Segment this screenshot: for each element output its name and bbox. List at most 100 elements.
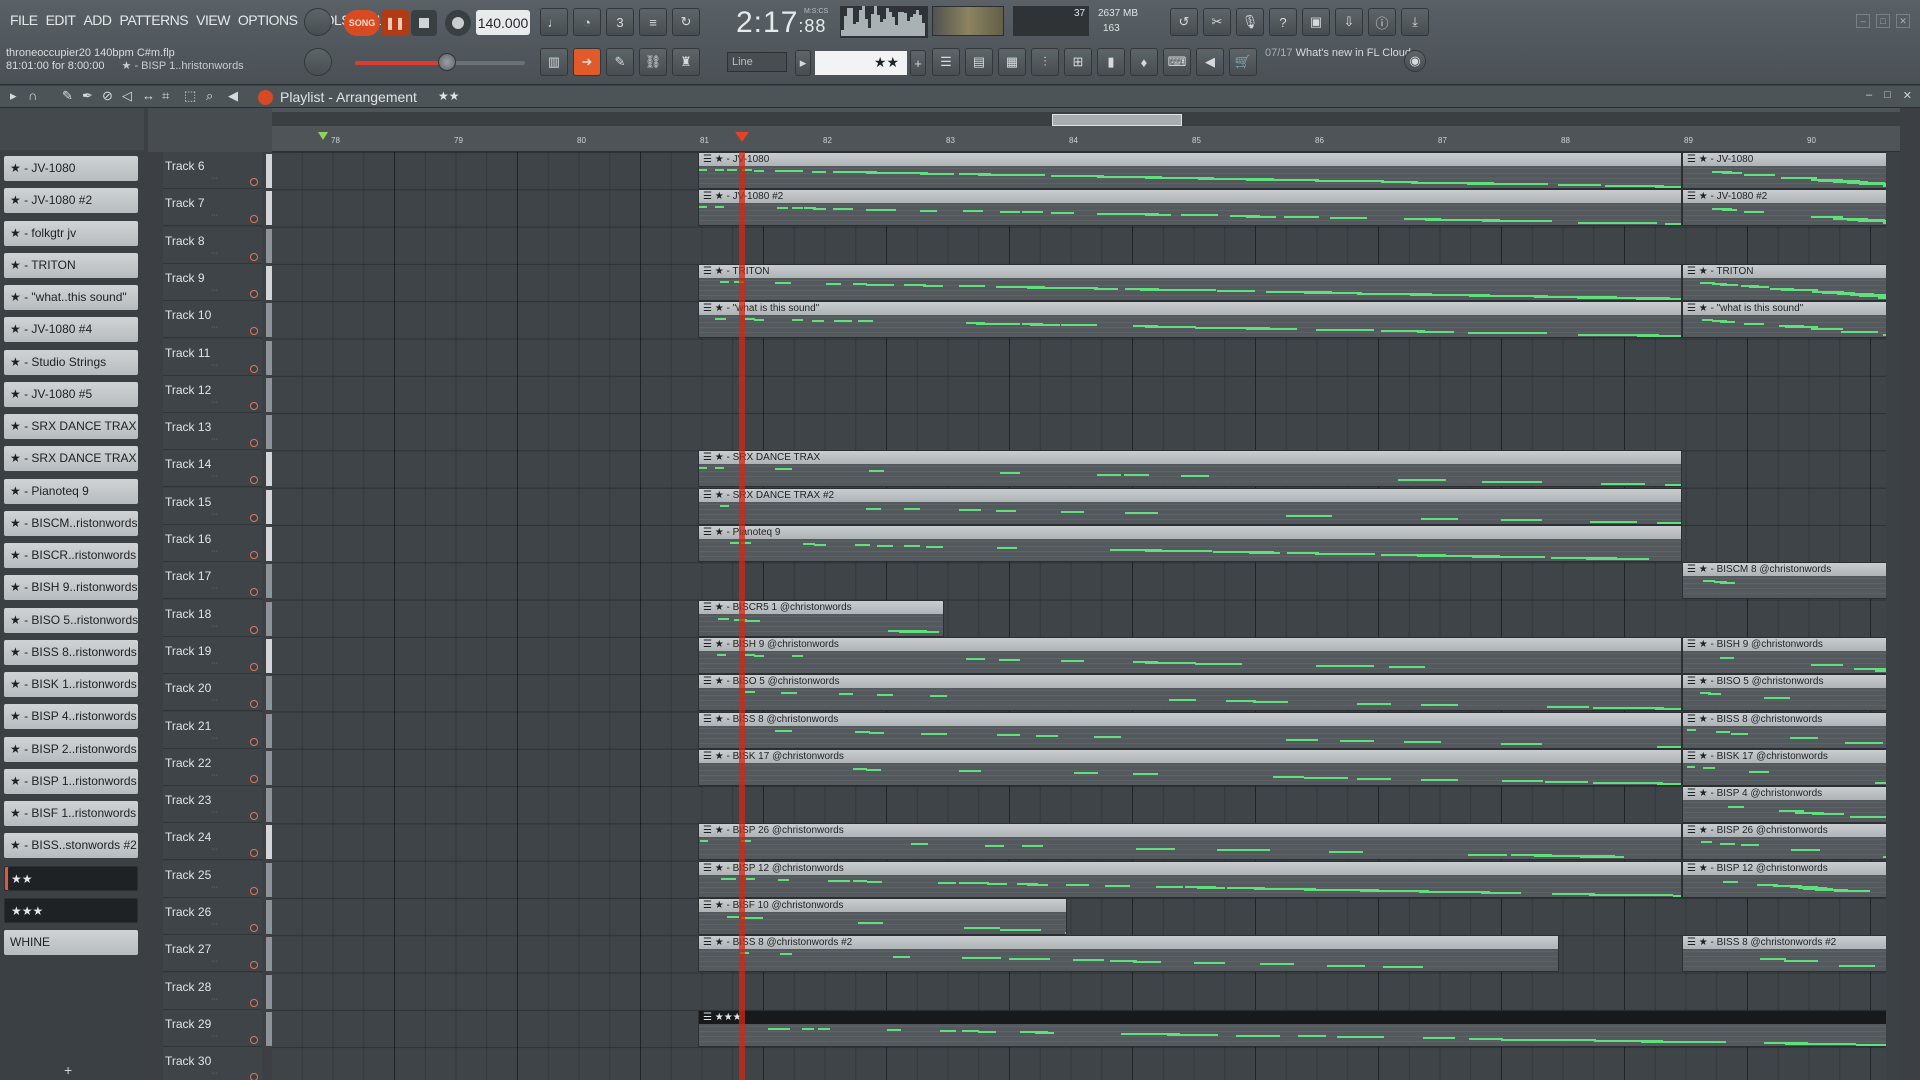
picker-item[interactable]: ★ - JV-1080 #4 <box>4 317 138 343</box>
track-mute-led[interactable] <box>250 700 258 709</box>
close-button[interactable]: ✕ <box>1896 14 1910 28</box>
online-button[interactable]: ◉ <box>1404 50 1426 72</box>
track-mute-led[interactable] <box>250 289 258 298</box>
undo-button[interactable]: ↺ <box>1170 8 1198 36</box>
metronome-button[interactable]: ♩ <box>540 8 568 36</box>
track-header[interactable]: Track 21 ··· <box>163 711 274 749</box>
picker-item[interactable]: ★ - Studio Strings <box>4 349 138 375</box>
pattern-clip[interactable]: ☰ ★ - BISP 12 @christonwords <box>1682 860 1898 898</box>
pattern-clip[interactable]: ☰ ★ - BISP 4 @christonwords <box>1682 786 1898 824</box>
draw-tool-icon[interactable]: ✎ <box>62 88 73 104</box>
pattern-clip[interactable]: ☰ ★ - BISF 10 @christonwords <box>698 898 1067 935</box>
piano-roll-button[interactable]: ▥ <box>540 48 568 76</box>
stop-button[interactable] <box>411 10 437 36</box>
track-mute-led[interactable] <box>250 812 258 821</box>
render-button[interactable]: ⇩ <box>1335 8 1363 36</box>
audio-input-button[interactable]: 🎙 <box>1236 8 1264 36</box>
picker-item[interactable]: ★ - JV-1080 <box>4 156 138 181</box>
track-mute-led[interactable] <box>250 252 258 261</box>
pattern-clip[interactable]: ☰ ★ - BISCR5 1 @christonwords <box>698 599 944 637</box>
track-mute-led[interactable] <box>250 1035 258 1044</box>
pattern-clip[interactable]: ☰ ★ - JV-1080 #2 <box>698 189 1682 227</box>
overview-viewport[interactable] <box>1052 114 1182 126</box>
pin-button[interactable]: ♦ <box>1130 48 1158 76</box>
pattern-clip[interactable]: ☰ ★ - BISO 5 @christonwords <box>698 674 1682 712</box>
track-header[interactable]: Track 24 ··· <box>163 823 274 861</box>
vertical-scrollbar[interactable] <box>1886 152 1900 1080</box>
pattern-clip[interactable]: ☰ ★ - BISO 5 @christonwords <box>1682 674 1898 712</box>
pattern-clip[interactable]: ☰ ★ - BISCM 8 @christonwords <box>1682 562 1898 600</box>
track-mute-led[interactable] <box>250 215 258 224</box>
pattern-clip[interactable]: ☰ ★ - BISP 26 @christonwords <box>698 823 1682 861</box>
pattern-clip[interactable]: ☰ ★ - JV-1080 #2 <box>1682 189 1898 227</box>
picker-item[interactable]: ★ - BISCR..ristonwords <box>4 543 138 568</box>
picker-item[interactable]: ★★★ <box>4 897 138 923</box>
touch-keyboard-button[interactable]: ⌨ <box>1163 48 1191 76</box>
volume-handle[interactable] <box>438 53 456 71</box>
track-header[interactable]: Track 15 ··· <box>163 487 274 525</box>
track-mute-led[interactable] <box>250 774 258 783</box>
draw-tool-button[interactable]: ✎ <box>606 48 634 76</box>
pattern-clip[interactable]: ☰ ★ - SRX DANCE TRAX <box>698 450 1682 488</box>
track-mute-led[interactable] <box>250 924 258 932</box>
track-mute-led[interactable] <box>250 1073 258 1080</box>
track-mute-led[interactable] <box>250 364 258 373</box>
pattern-clip[interactable]: ☰ ★ - BISH 9 @christonwords <box>698 636 1682 674</box>
pattern-clip[interactable]: ☰ ★ - "what is this sound" <box>698 301 1682 339</box>
track-header[interactable]: Track 16 ··· <box>163 525 274 562</box>
menu-patterns[interactable]: PATTERNS <box>116 12 193 28</box>
playlist-maximize-button[interactable]: □ <box>1884 89 1891 102</box>
picker-item[interactable]: ★ - BISP 4..ristonwords <box>4 704 138 730</box>
pattern-clip[interactable]: ☰ ★★★ <box>698 1009 1898 1047</box>
track-mute-led[interactable] <box>250 178 258 186</box>
track-header[interactable]: Track 28 ··· <box>163 972 274 1010</box>
playlist-close-button[interactable]: ✕ <box>1903 89 1912 102</box>
channel-rack-link-button[interactable]: ➜ <box>573 48 601 76</box>
track-mute-led[interactable] <box>250 476 258 485</box>
picker-item[interactable]: ★ - JV-1080 #5 <box>4 381 138 407</box>
picker-item[interactable]: ★ - BISP 1..ristonwords <box>4 768 138 794</box>
pattern-clip[interactable]: ☰ ★ - BISS 8 @christonwords #2 <box>1682 935 1898 973</box>
track-header[interactable]: Track 13 ··· <box>163 413 274 451</box>
tempo-display[interactable]: 140.000 <box>476 10 530 35</box>
track-header[interactable]: Track 17 ··· <box>163 562 274 600</box>
pattern-clip[interactable]: ☰ ★ - BISS 8 @christonwords <box>698 711 1682 749</box>
track-mute-led[interactable] <box>250 439 258 448</box>
track-mute-led[interactable] <box>250 886 258 895</box>
track-header[interactable]: Track 22 ··· <box>163 748 274 786</box>
mixer-button[interactable]: ⫶ <box>1031 48 1059 76</box>
menu-edit[interactable]: EDIT <box>42 12 80 28</box>
picker-item[interactable]: ★ - BISK 1..ristonwords <box>4 672 138 697</box>
track-header[interactable]: Track 19 ··· <box>163 636 274 674</box>
shop-button[interactable]: 🛒 <box>1229 48 1257 76</box>
help-button[interactable]: ? <box>1269 8 1297 36</box>
track-header[interactable]: Track 25 ··· <box>163 860 274 898</box>
track-mute-led[interactable] <box>250 625 258 634</box>
browser-button[interactable]: ⊞ <box>1064 48 1092 76</box>
timeline-ruler[interactable]: 78 79 80 81 82 83 84 85 86 87 88 89 90 <box>272 108 1900 152</box>
pattern-clip[interactable]: ☰ ★ - TRITON <box>698 263 1682 301</box>
loop-start-marker[interactable] <box>317 132 328 140</box>
channel-rack-button[interactable]: ▦ <box>998 48 1026 76</box>
track-header[interactable]: Track 12 ··· <box>163 375 274 413</box>
pattern-clip[interactable]: ☰ ★ - JV-1080 <box>1682 152 1898 189</box>
snap-select[interactable]: Line <box>727 52 787 72</box>
track-header[interactable]: Track 6 ··· <box>163 152 274 189</box>
picker-item[interactable]: ★ - BISF 1..ristonwords <box>4 801 138 826</box>
picker-item[interactable]: ★ - TRITON <box>4 252 138 278</box>
pattern-song-toggle[interactable]: SONG <box>344 10 380 36</box>
menu-add[interactable]: ADD <box>79 12 115 28</box>
record-button[interactable] <box>445 10 471 36</box>
arrow-icon[interactable]: ▸ <box>10 88 17 104</box>
mixer-tools-button[interactable]: ✂ <box>1203 8 1231 36</box>
zoom-tool-icon[interactable]: ⌕ <box>206 88 213 104</box>
loop-record-button[interactable]: ↻ <box>672 8 700 36</box>
menu-options[interactable]: OPTIONS <box>234 12 302 28</box>
track-header[interactable]: Track 7 ··· <box>163 189 274 227</box>
pattern-clip[interactable]: ☰ ★ - TRITON <box>1682 263 1898 301</box>
chain-button[interactable]: ⛓ <box>639 48 667 76</box>
track-header[interactable]: Track 29 ··· <box>163 1009 274 1047</box>
pattern-clip[interactable]: ☰ ★ - BISK 17 @christonwords <box>698 748 1682 786</box>
save-button[interactable]: ▣ <box>1302 8 1330 36</box>
marketplace-button[interactable]: ◀ <box>1196 48 1224 76</box>
